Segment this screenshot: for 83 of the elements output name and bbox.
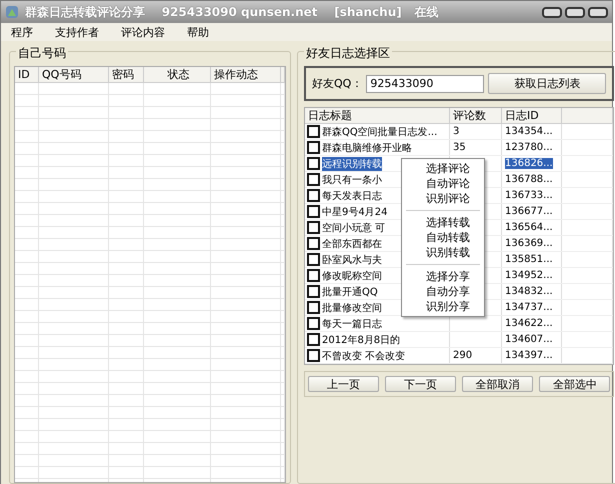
column-header[interactable]: QQ号码 — [39, 67, 109, 82]
checkbox[interactable] — [307, 141, 320, 154]
page-button[interactable]: 下一页 — [385, 376, 456, 392]
table-cell: 134952... — [505, 270, 553, 281]
menu-item[interactable]: 帮助 — [185, 24, 211, 40]
menu-item[interactable]: 自动分享 — [402, 284, 484, 299]
table-cell: 136733... — [505, 190, 553, 201]
field-label: 好友QQ： — [312, 76, 362, 91]
log-title[interactable]: 群森QQ空间批量日志发... — [322, 124, 438, 138]
menu-item[interactable]: 选择分享 — [402, 269, 484, 284]
log-title[interactable]: 批量开通QQ — [322, 284, 378, 298]
checkbox[interactable] — [307, 125, 320, 138]
log-title[interactable]: 每天发表日志 — [322, 188, 382, 202]
column-header[interactable]: 状态 — [144, 67, 211, 82]
table-cell: 134737... — [505, 302, 553, 313]
page-button[interactable]: 上一页 — [308, 376, 380, 392]
checkbox[interactable] — [307, 189, 320, 202]
table-cell: 136788... — [505, 174, 553, 185]
table-cell: 3 — [453, 126, 460, 137]
menu-item[interactable]: 识别评论 — [402, 191, 484, 206]
page-button[interactable]: 全部选中 — [539, 376, 610, 392]
log-title[interactable]: 我只有一条小 — [322, 172, 382, 186]
column-header[interactable]: 操作动态 — [211, 67, 281, 82]
app-icon — [5, 5, 19, 19]
group-title: 好友日志选择区 — [304, 45, 392, 62]
menu-item[interactable]: 识别分享 — [402, 299, 484, 314]
group-title: 自己号码 — [16, 45, 68, 62]
log-title[interactable]: 空间小玩意 可 — [322, 220, 386, 234]
column-header[interactable]: ID — [15, 67, 39, 82]
table-cell: 134607... — [505, 334, 553, 345]
page-button[interactable]: 全部取消 — [462, 376, 534, 392]
table-cell: 35 — [453, 142, 466, 153]
checkbox[interactable] — [307, 221, 320, 234]
minimize-button[interactable] — [542, 6, 562, 18]
log-title[interactable]: 每天一篇日志 — [322, 316, 382, 330]
table-cell: 134354... — [505, 126, 553, 137]
column-header[interactable]: 评论数 — [450, 108, 502, 123]
log-title[interactable]: 群森电脑维修开业略 — [322, 140, 412, 154]
table-cell: 123780... — [505, 142, 553, 153]
checkbox[interactable] — [307, 253, 320, 266]
table-cell: 135851... — [505, 254, 553, 265]
table-cell: 134832... — [505, 286, 553, 297]
checkbox[interactable] — [307, 333, 320, 346]
log-title[interactable]: 中星9号4月24 — [322, 204, 388, 218]
column-header[interactable]: 密码 — [109, 67, 144, 82]
menu-item[interactable]: 评论内容 — [119, 24, 167, 40]
log-title[interactable]: 全部东西都在 — [322, 236, 382, 250]
maximize-button[interactable] — [565, 6, 585, 18]
table-cell: 134397... — [505, 350, 553, 361]
menu-item[interactable]: 选择评论 — [402, 161, 484, 176]
fetch-list-button[interactable]: 获取日志列表 — [488, 73, 606, 94]
table-cell: 136826... — [505, 158, 553, 169]
checkbox[interactable] — [307, 317, 320, 330]
menu-item[interactable]: 支持作者 — [53, 24, 101, 40]
log-title[interactable]: 卧室风水与夫 — [322, 252, 382, 266]
checkbox[interactable] — [307, 205, 320, 218]
menu-item[interactable]: 识别转载 — [402, 245, 484, 260]
window-title: 群森日志转载评论分享 925433090 qunsen.net [shanchu] 在线 — [25, 4, 440, 20]
friend-qq-field[interactable]: 925433090 — [366, 74, 484, 92]
checkbox[interactable] — [307, 237, 320, 250]
checkbox[interactable] — [307, 285, 320, 298]
menu-item[interactable]: 程序 — [9, 24, 35, 40]
menu-item[interactable]: 自动评论 — [402, 176, 484, 191]
log-title[interactable]: 修改昵称空间 — [322, 268, 382, 282]
log-title[interactable]: 远程识别转载 — [322, 156, 382, 170]
table-cell: 134622... — [505, 318, 553, 329]
log-title[interactable]: 不曾改变 不会改变 — [322, 348, 406, 362]
table-cell: 136677... — [505, 206, 553, 217]
checkbox[interactable] — [307, 173, 320, 186]
log-title[interactable]: 批量修改空间 — [322, 300, 382, 314]
menu-item[interactable]: 选择转载 — [402, 215, 484, 230]
checkbox[interactable] — [307, 301, 320, 314]
log-title[interactable]: 2012年8月8日的 — [322, 332, 400, 346]
table-cell: 136564... — [505, 222, 553, 233]
close-button[interactable] — [588, 6, 608, 18]
column-header[interactable]: 日志ID — [502, 108, 562, 123]
checkbox[interactable] — [307, 157, 320, 170]
table-cell: 290 — [453, 350, 472, 361]
table-cell: 136369... — [505, 238, 553, 249]
checkbox[interactable] — [307, 269, 320, 282]
menu-item[interactable]: 自动转载 — [402, 230, 484, 245]
checkbox[interactable] — [307, 349, 320, 362]
column-header[interactable]: 日志标题 — [305, 108, 450, 123]
